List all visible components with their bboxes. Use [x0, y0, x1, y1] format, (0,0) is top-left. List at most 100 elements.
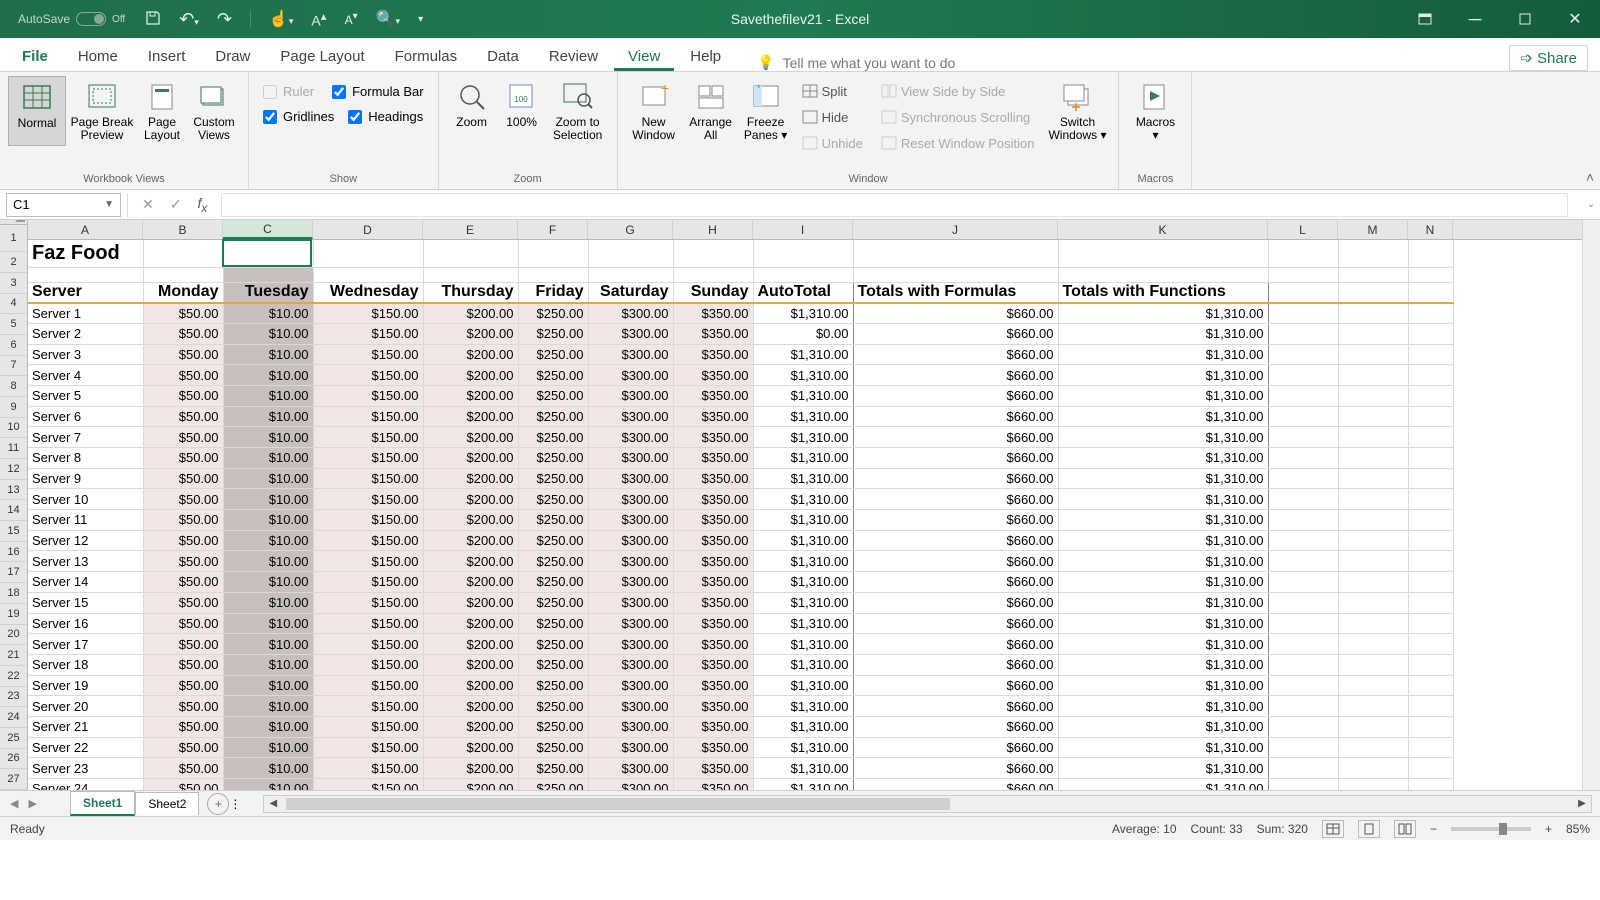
cell[interactable]	[588, 240, 673, 267]
data-cell[interactable]: $200.00	[423, 675, 518, 696]
data-cell[interactable]: $300.00	[588, 779, 673, 791]
data-cell[interactable]: $150.00	[313, 303, 423, 324]
data-cell[interactable]: $1,310.00	[1058, 303, 1268, 324]
row-header-16[interactable]: 16	[0, 542, 27, 563]
data-cell[interactable]: $200.00	[423, 654, 518, 675]
data-cell[interactable]: $1,310.00	[1058, 406, 1268, 427]
header-cell[interactable]: AutoTotal	[753, 282, 853, 303]
data-cell[interactable]: $350.00	[673, 592, 753, 613]
data-cell[interactable]: $150.00	[313, 572, 423, 593]
data-cell[interactable]: $1,310.00	[753, 634, 853, 655]
data-cell[interactable]: $250.00	[518, 427, 588, 448]
data-cell[interactable]: $250.00	[518, 448, 588, 469]
new-window-button[interactable]: +New Window	[626, 76, 682, 158]
data-cell[interactable]: Server 12	[28, 530, 143, 551]
data-cell[interactable]: $50.00	[143, 448, 223, 469]
cell[interactable]	[1268, 489, 1338, 510]
freeze-panes-button[interactable]: *Freeze Panes ▾	[740, 76, 792, 158]
data-cell[interactable]: Server 11	[28, 510, 143, 531]
data-cell[interactable]: $200.00	[423, 344, 518, 365]
tab-view[interactable]: View	[614, 42, 674, 71]
data-cell[interactable]: $150.00	[313, 551, 423, 572]
data-cell[interactable]: $150.00	[313, 406, 423, 427]
col-header-J[interactable]: J	[853, 220, 1058, 239]
data-cell[interactable]: $50.00	[143, 675, 223, 696]
data-cell[interactable]: Server 1	[28, 303, 143, 324]
data-cell[interactable]: $10.00	[223, 675, 313, 696]
data-cell[interactable]: $1,310.00	[753, 737, 853, 758]
data-cell[interactable]: Server 9	[28, 468, 143, 489]
page-layout-mode-icon[interactable]	[1358, 820, 1380, 838]
data-cell[interactable]: Server 17	[28, 634, 143, 655]
data-cell[interactable]: $350.00	[673, 654, 753, 675]
data-cell[interactable]: $250.00	[518, 489, 588, 510]
zoom-100-button[interactable]: 100100%	[499, 76, 545, 146]
data-cell[interactable]: $660.00	[853, 737, 1058, 758]
data-cell[interactable]: $300.00	[588, 551, 673, 572]
data-cell[interactable]: $300.00	[588, 344, 673, 365]
cell[interactable]	[423, 240, 518, 267]
cell[interactable]	[1408, 303, 1453, 324]
data-cell[interactable]: $660.00	[853, 779, 1058, 791]
data-cell[interactable]: $10.00	[223, 592, 313, 613]
data-cell[interactable]: $300.00	[588, 634, 673, 655]
data-cell[interactable]: $50.00	[143, 385, 223, 406]
font-increase-icon[interactable]: A▴	[311, 9, 326, 29]
data-cell[interactable]: Server 15	[28, 592, 143, 613]
header-cell[interactable]: Wednesday	[313, 282, 423, 303]
data-cell[interactable]: $350.00	[673, 385, 753, 406]
data-cell[interactable]: Server 13	[28, 551, 143, 572]
data-cell[interactable]: $50.00	[143, 406, 223, 427]
data-cell[interactable]: $200.00	[423, 551, 518, 572]
data-cell[interactable]: $50.00	[143, 758, 223, 779]
tab-home[interactable]: Home	[64, 42, 132, 71]
data-cell[interactable]: $1,310.00	[753, 716, 853, 737]
data-cell[interactable]: $250.00	[518, 510, 588, 531]
cell[interactable]	[1408, 592, 1453, 613]
cell[interactable]	[1268, 282, 1338, 303]
col-header-F[interactable]: F	[518, 220, 588, 239]
data-cell[interactable]: $1,310.00	[1058, 634, 1268, 655]
data-cell[interactable]: $250.00	[518, 634, 588, 655]
cell[interactable]	[1408, 489, 1453, 510]
data-cell[interactable]: $50.00	[143, 344, 223, 365]
data-cell[interactable]: $150.00	[313, 716, 423, 737]
cell[interactable]	[853, 240, 1058, 267]
data-cell[interactable]: $10.00	[223, 572, 313, 593]
data-cell[interactable]: $1,310.00	[1058, 716, 1268, 737]
cell[interactable]	[1268, 737, 1338, 758]
data-cell[interactable]: $150.00	[313, 489, 423, 510]
data-cell[interactable]: $150.00	[313, 696, 423, 717]
data-cell[interactable]: $660.00	[853, 654, 1058, 675]
cell[interactable]	[313, 240, 423, 267]
cell[interactable]	[1338, 572, 1408, 593]
data-cell[interactable]: $10.00	[223, 758, 313, 779]
data-cell[interactable]: $350.00	[673, 572, 753, 593]
data-cell[interactable]: $250.00	[518, 385, 588, 406]
data-cell[interactable]: $660.00	[853, 406, 1058, 427]
data-cell[interactable]: $660.00	[853, 448, 1058, 469]
cell[interactable]	[588, 267, 673, 282]
data-cell[interactable]: $1,310.00	[753, 427, 853, 448]
cell[interactable]	[28, 267, 143, 282]
data-cell[interactable]: $350.00	[673, 489, 753, 510]
data-cell[interactable]: $150.00	[313, 737, 423, 758]
data-cell[interactable]: $10.00	[223, 530, 313, 551]
data-cell[interactable]: $350.00	[673, 344, 753, 365]
data-cell[interactable]: $200.00	[423, 613, 518, 634]
tell-me-search[interactable]: 💡 Tell me what you want to do	[757, 54, 1507, 71]
data-cell[interactable]: $350.00	[673, 510, 753, 531]
split-button[interactable]: Split	[798, 78, 867, 104]
cell[interactable]	[1408, 613, 1453, 634]
row-header-18[interactable]: 18	[0, 583, 27, 604]
data-cell[interactable]: $1,310.00	[1058, 344, 1268, 365]
data-cell[interactable]: $250.00	[518, 716, 588, 737]
data-cell[interactable]: $660.00	[853, 510, 1058, 531]
cell[interactable]	[1268, 344, 1338, 365]
data-cell[interactable]: $300.00	[588, 510, 673, 531]
data-cell[interactable]: $250.00	[518, 572, 588, 593]
cell[interactable]	[1338, 427, 1408, 448]
data-cell[interactable]: $0.00	[753, 323, 853, 344]
cell[interactable]	[753, 267, 853, 282]
cell[interactable]	[673, 240, 753, 267]
